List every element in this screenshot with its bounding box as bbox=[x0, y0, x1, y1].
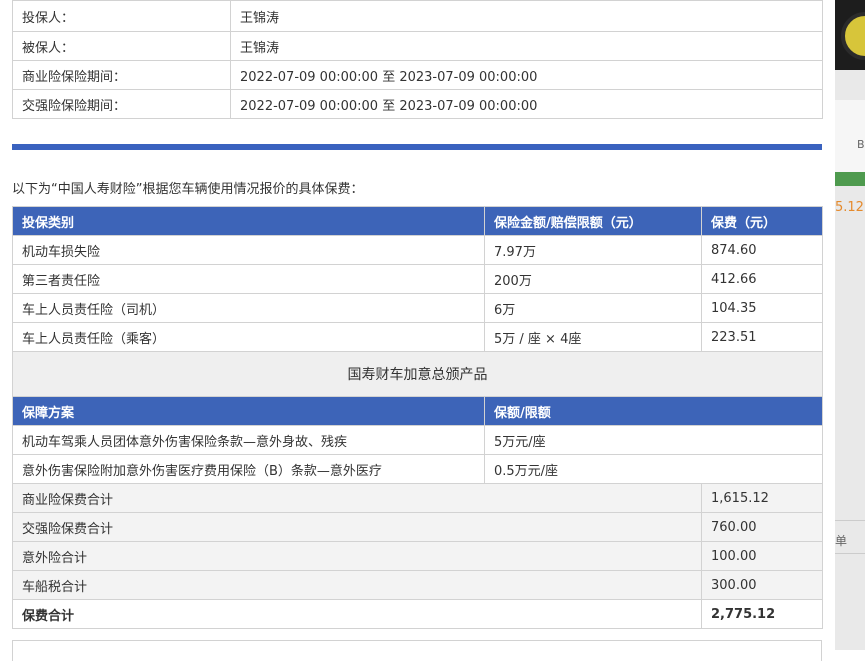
total-label: 商业险保费合计 bbox=[12, 483, 702, 513]
table-row: 车上人员责任险（司机） 6万 104.35 bbox=[12, 293, 823, 323]
plan-amount: 0.5万元/座 bbox=[484, 454, 823, 484]
plan-amount: 5万元/座 bbox=[484, 425, 823, 455]
right-sidebar: B 5.12 单 bbox=[835, 0, 865, 650]
total-value: 100.00 bbox=[701, 541, 823, 571]
total-label: 车船税合计 bbox=[12, 570, 702, 600]
coverage-premium: 104.35 bbox=[701, 293, 823, 323]
col-header-premium: 保费（元） bbox=[701, 206, 823, 236]
coverage-premium: 412.66 bbox=[701, 264, 823, 294]
total-row: 车船税合计 300.00 bbox=[12, 570, 823, 600]
total-value: 760.00 bbox=[701, 512, 823, 542]
accident-product-title: 国寿财车加意总颁产品 bbox=[12, 351, 823, 397]
coverage-limit: 5万 / 座 × 4座 bbox=[484, 322, 702, 352]
grand-total-row: 保费合计 2,775.12 bbox=[12, 599, 823, 629]
coverage-limit: 7.97万 bbox=[484, 235, 702, 265]
total-row: 商业险保费合计 1,615.12 bbox=[12, 483, 823, 513]
table-row: 被保人： 王锦涛 bbox=[12, 31, 823, 61]
col-header-limit: 保险金额/赔偿限额（元） bbox=[484, 206, 702, 236]
plan-name: 意外伤害保险附加意外伤害医疗费用保险（B）条款—意外医疗 bbox=[12, 454, 485, 484]
total-value: 1,615.12 bbox=[701, 483, 823, 513]
sidebar-order-text[interactable]: 单 bbox=[835, 532, 847, 549]
wheel-icon bbox=[841, 12, 865, 60]
coverage-name: 车上人员责任险（司机） bbox=[12, 293, 485, 323]
grand-total-value: 2,775.12 bbox=[701, 599, 823, 629]
premium-section: 投保类别 保险金额/赔偿限额（元） 保费（元） 机动车损失险 7.97万 874… bbox=[12, 206, 823, 629]
accident-product-title-row: 国寿财车加意总颁产品 bbox=[12, 351, 823, 397]
grand-total-label: 保费合计 bbox=[12, 599, 702, 629]
col-header-category: 投保类别 bbox=[12, 206, 485, 236]
section-divider bbox=[12, 144, 822, 150]
policy-info-table: 投保人： 王锦涛 被保人： 王锦涛 商业险保险期间： 2022-07-09 00… bbox=[12, 0, 823, 119]
total-value: 300.00 bbox=[701, 570, 823, 600]
sidebar-green-bar bbox=[835, 172, 865, 186]
plan-name: 机动车驾乘人员团体意外伤害保险条款—意外身故、残疾 bbox=[12, 425, 485, 455]
sidebar-amount: 5.12 bbox=[835, 200, 864, 215]
sidebar-b-text: B bbox=[857, 138, 865, 151]
coverage-limit: 200万 bbox=[484, 264, 702, 294]
info-label: 投保人： bbox=[12, 0, 231, 32]
info-value: 王锦涛 bbox=[230, 0, 823, 32]
total-row: 意外险合计 100.00 bbox=[12, 541, 823, 571]
total-row: 交强险保费合计 760.00 bbox=[12, 512, 823, 542]
coverage-premium: 223.51 bbox=[701, 322, 823, 352]
info-value: 2022-07-09 00:00:00 至 2023-07-09 00:00:0… bbox=[230, 89, 823, 119]
info-value: 2022-07-09 00:00:00 至 2023-07-09 00:00:0… bbox=[230, 60, 823, 90]
table-row: 交强险保险期间： 2022-07-09 00:00:00 至 2023-07-0… bbox=[12, 89, 823, 119]
table-header-row: 保障方案 保额/限额 bbox=[12, 396, 823, 426]
divider bbox=[835, 520, 865, 521]
next-section-box bbox=[12, 640, 822, 661]
table-row: 投保人： 王锦涛 bbox=[12, 0, 823, 32]
table-row: 机动车损失险 7.97万 874.60 bbox=[12, 235, 823, 265]
coverage-name: 第三者责任险 bbox=[12, 264, 485, 294]
col-header-plan: 保障方案 bbox=[12, 396, 485, 426]
table-header-row: 投保类别 保险金额/赔偿限额（元） 保费（元） bbox=[12, 206, 823, 236]
table-row: 意外伤害保险附加意外伤害医疗费用保险（B）条款—意外医疗 0.5万元/座 bbox=[12, 454, 823, 484]
quote-intro-text: 以下为“中国人寿财险”根据您车辆使用情况报价的具体保费： bbox=[12, 182, 364, 197]
col-header-amount: 保额/限额 bbox=[484, 396, 823, 426]
divider bbox=[835, 553, 865, 554]
table-row: 第三者责任险 200万 412.66 bbox=[12, 264, 823, 294]
coverage-name: 机动车损失险 bbox=[12, 235, 485, 265]
car-thumbnail bbox=[835, 0, 865, 70]
coverage-table: 投保类别 保险金额/赔偿限额（元） 保费（元） 机动车损失险 7.97万 874… bbox=[12, 206, 823, 629]
coverage-limit: 6万 bbox=[484, 293, 702, 323]
table-row: 车上人员责任险（乘客） 5万 / 座 × 4座 223.51 bbox=[12, 322, 823, 352]
total-label: 交强险保费合计 bbox=[12, 512, 702, 542]
info-label: 被保人： bbox=[12, 31, 231, 61]
quote-main: 投保人： 王锦涛 被保人： 王锦涛 商业险保险期间： 2022-07-09 00… bbox=[12, 0, 823, 119]
sidebar-panel bbox=[835, 100, 865, 172]
info-label: 交强险保险期间： bbox=[12, 89, 231, 119]
table-row: 机动车驾乘人员团体意外伤害保险条款—意外身故、残疾 5万元/座 bbox=[12, 425, 823, 455]
info-label: 商业险保险期间： bbox=[12, 60, 231, 90]
coverage-name: 车上人员责任险（乘客） bbox=[12, 322, 485, 352]
table-row: 商业险保险期间： 2022-07-09 00:00:00 至 2023-07-0… bbox=[12, 60, 823, 90]
total-label: 意外险合计 bbox=[12, 541, 702, 571]
coverage-premium: 874.60 bbox=[701, 235, 823, 265]
info-value: 王锦涛 bbox=[230, 31, 823, 61]
